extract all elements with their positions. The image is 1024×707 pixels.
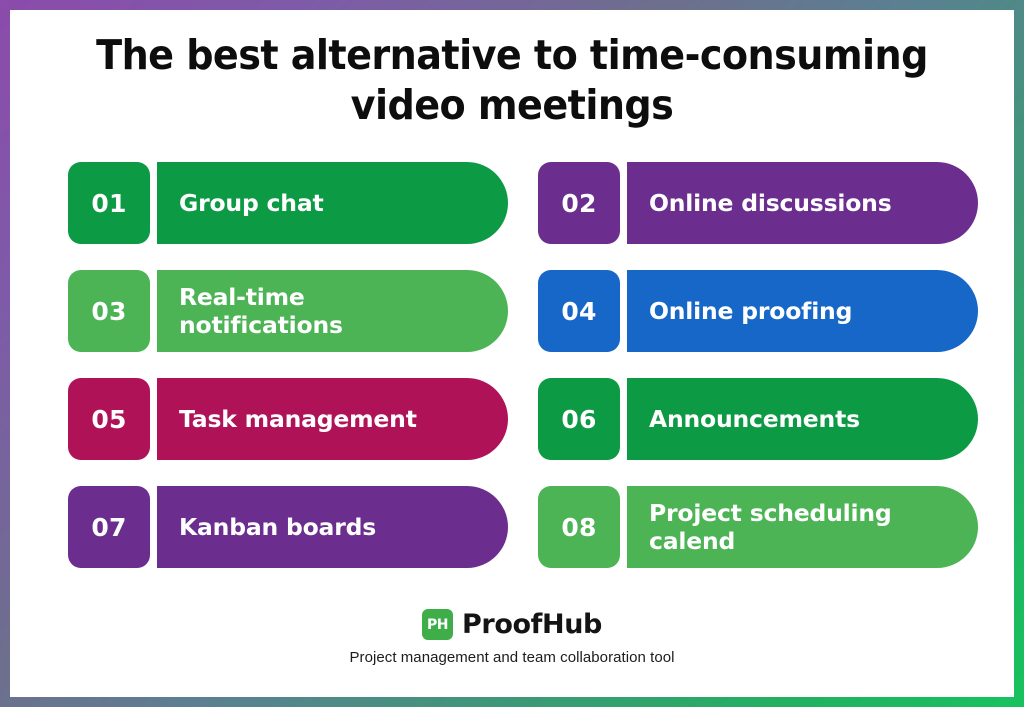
item-label: Kanban boards bbox=[179, 513, 376, 541]
item-label-line-1: Online discussions bbox=[649, 189, 892, 217]
brand-name: ProofHub bbox=[462, 609, 602, 640]
item-label: Online proofing bbox=[649, 297, 852, 325]
item-number-badge: 08 bbox=[538, 486, 620, 568]
item-number-badge: 04 bbox=[538, 270, 620, 352]
gradient-border-frame: The best alternative to time-consuming v… bbox=[0, 0, 1024, 707]
item-label: Project scheduling calend bbox=[649, 499, 892, 555]
feature-row: 03 Real-time notifications 04 Online pro… bbox=[68, 270, 978, 352]
item-label-line-1: Real-time bbox=[179, 283, 305, 311]
item-number: 08 bbox=[561, 512, 597, 542]
item-bar: Kanban boards bbox=[157, 486, 508, 568]
item-label-line-1: Group chat bbox=[179, 189, 324, 217]
tagline: Project management and team collaboratio… bbox=[349, 649, 675, 666]
logo-mark-text: PH bbox=[427, 616, 449, 633]
item-label-line-1: Kanban boards bbox=[179, 513, 377, 541]
item-bar: Task management bbox=[157, 378, 508, 460]
item-bar: Project scheduling calend bbox=[627, 486, 978, 568]
item-number: 01 bbox=[91, 188, 127, 218]
item-label: Group chat bbox=[179, 189, 324, 217]
infographic-canvas: The best alternative to time-consuming v… bbox=[10, 10, 1014, 697]
list-item[interactable]: 05 Task management bbox=[68, 378, 508, 460]
feature-row: 01 Group chat 02 Online discussions bbox=[68, 162, 978, 244]
item-label-line-2: calend bbox=[649, 527, 736, 555]
feature-list: 01 Group chat 02 Online discussions 03 R… bbox=[68, 162, 978, 568]
item-label-line-1: Announcements bbox=[649, 405, 860, 433]
item-bar: Real-time notifications bbox=[157, 270, 508, 352]
item-number: 03 bbox=[91, 296, 127, 326]
item-label: Task management bbox=[179, 405, 417, 433]
list-item[interactable]: 06 Announcements bbox=[538, 378, 978, 460]
page-title-line-1: The best alternative to time-consuming bbox=[96, 31, 928, 79]
item-number: 07 bbox=[91, 512, 127, 542]
item-label-line-2: notifications bbox=[179, 311, 343, 339]
page-title-line-2: video meetings bbox=[350, 81, 674, 129]
item-number: 02 bbox=[561, 188, 597, 218]
item-number-badge: 06 bbox=[538, 378, 620, 460]
item-label: Real-time notifications bbox=[179, 283, 343, 339]
list-item[interactable]: 03 Real-time notifications bbox=[68, 270, 508, 352]
item-bar: Announcements bbox=[627, 378, 978, 460]
item-number-badge: 01 bbox=[68, 162, 150, 244]
page-title: The best alternative to time-consuming v… bbox=[45, 30, 979, 130]
item-number-badge: 03 bbox=[68, 270, 150, 352]
item-number-badge: 05 bbox=[68, 378, 150, 460]
item-number-badge: 02 bbox=[538, 162, 620, 244]
item-number: 05 bbox=[91, 404, 127, 434]
item-number-badge: 07 bbox=[68, 486, 150, 568]
list-item[interactable]: 01 Group chat bbox=[68, 162, 508, 244]
feature-row: 05 Task management 06 Announcements bbox=[68, 378, 978, 460]
item-number: 06 bbox=[561, 404, 597, 434]
item-label-line-1: Online proofing bbox=[649, 297, 853, 325]
list-item[interactable]: 07 Kanban boards bbox=[68, 486, 508, 568]
list-item[interactable]: 04 Online proofing bbox=[538, 270, 978, 352]
item-label-line-1: Task management bbox=[179, 405, 417, 433]
item-label-line-1: Project scheduling bbox=[649, 499, 892, 527]
item-label: Online discussions bbox=[649, 189, 892, 217]
footer: PH ProofHub Project management and team … bbox=[10, 609, 1014, 666]
item-label: Announcements bbox=[649, 405, 860, 433]
item-bar: Online discussions bbox=[627, 162, 978, 244]
proofhub-logo-icon: PH bbox=[422, 609, 454, 640]
feature-row: 07 Kanban boards 08 Project scheduling c… bbox=[68, 486, 978, 568]
list-item[interactable]: 08 Project scheduling calend bbox=[538, 486, 978, 568]
item-bar: Online proofing bbox=[627, 270, 978, 352]
list-item[interactable]: 02 Online discussions bbox=[538, 162, 978, 244]
item-bar: Group chat bbox=[157, 162, 508, 244]
item-number: 04 bbox=[561, 296, 597, 326]
brand-lockup: PH ProofHub bbox=[10, 609, 1014, 640]
